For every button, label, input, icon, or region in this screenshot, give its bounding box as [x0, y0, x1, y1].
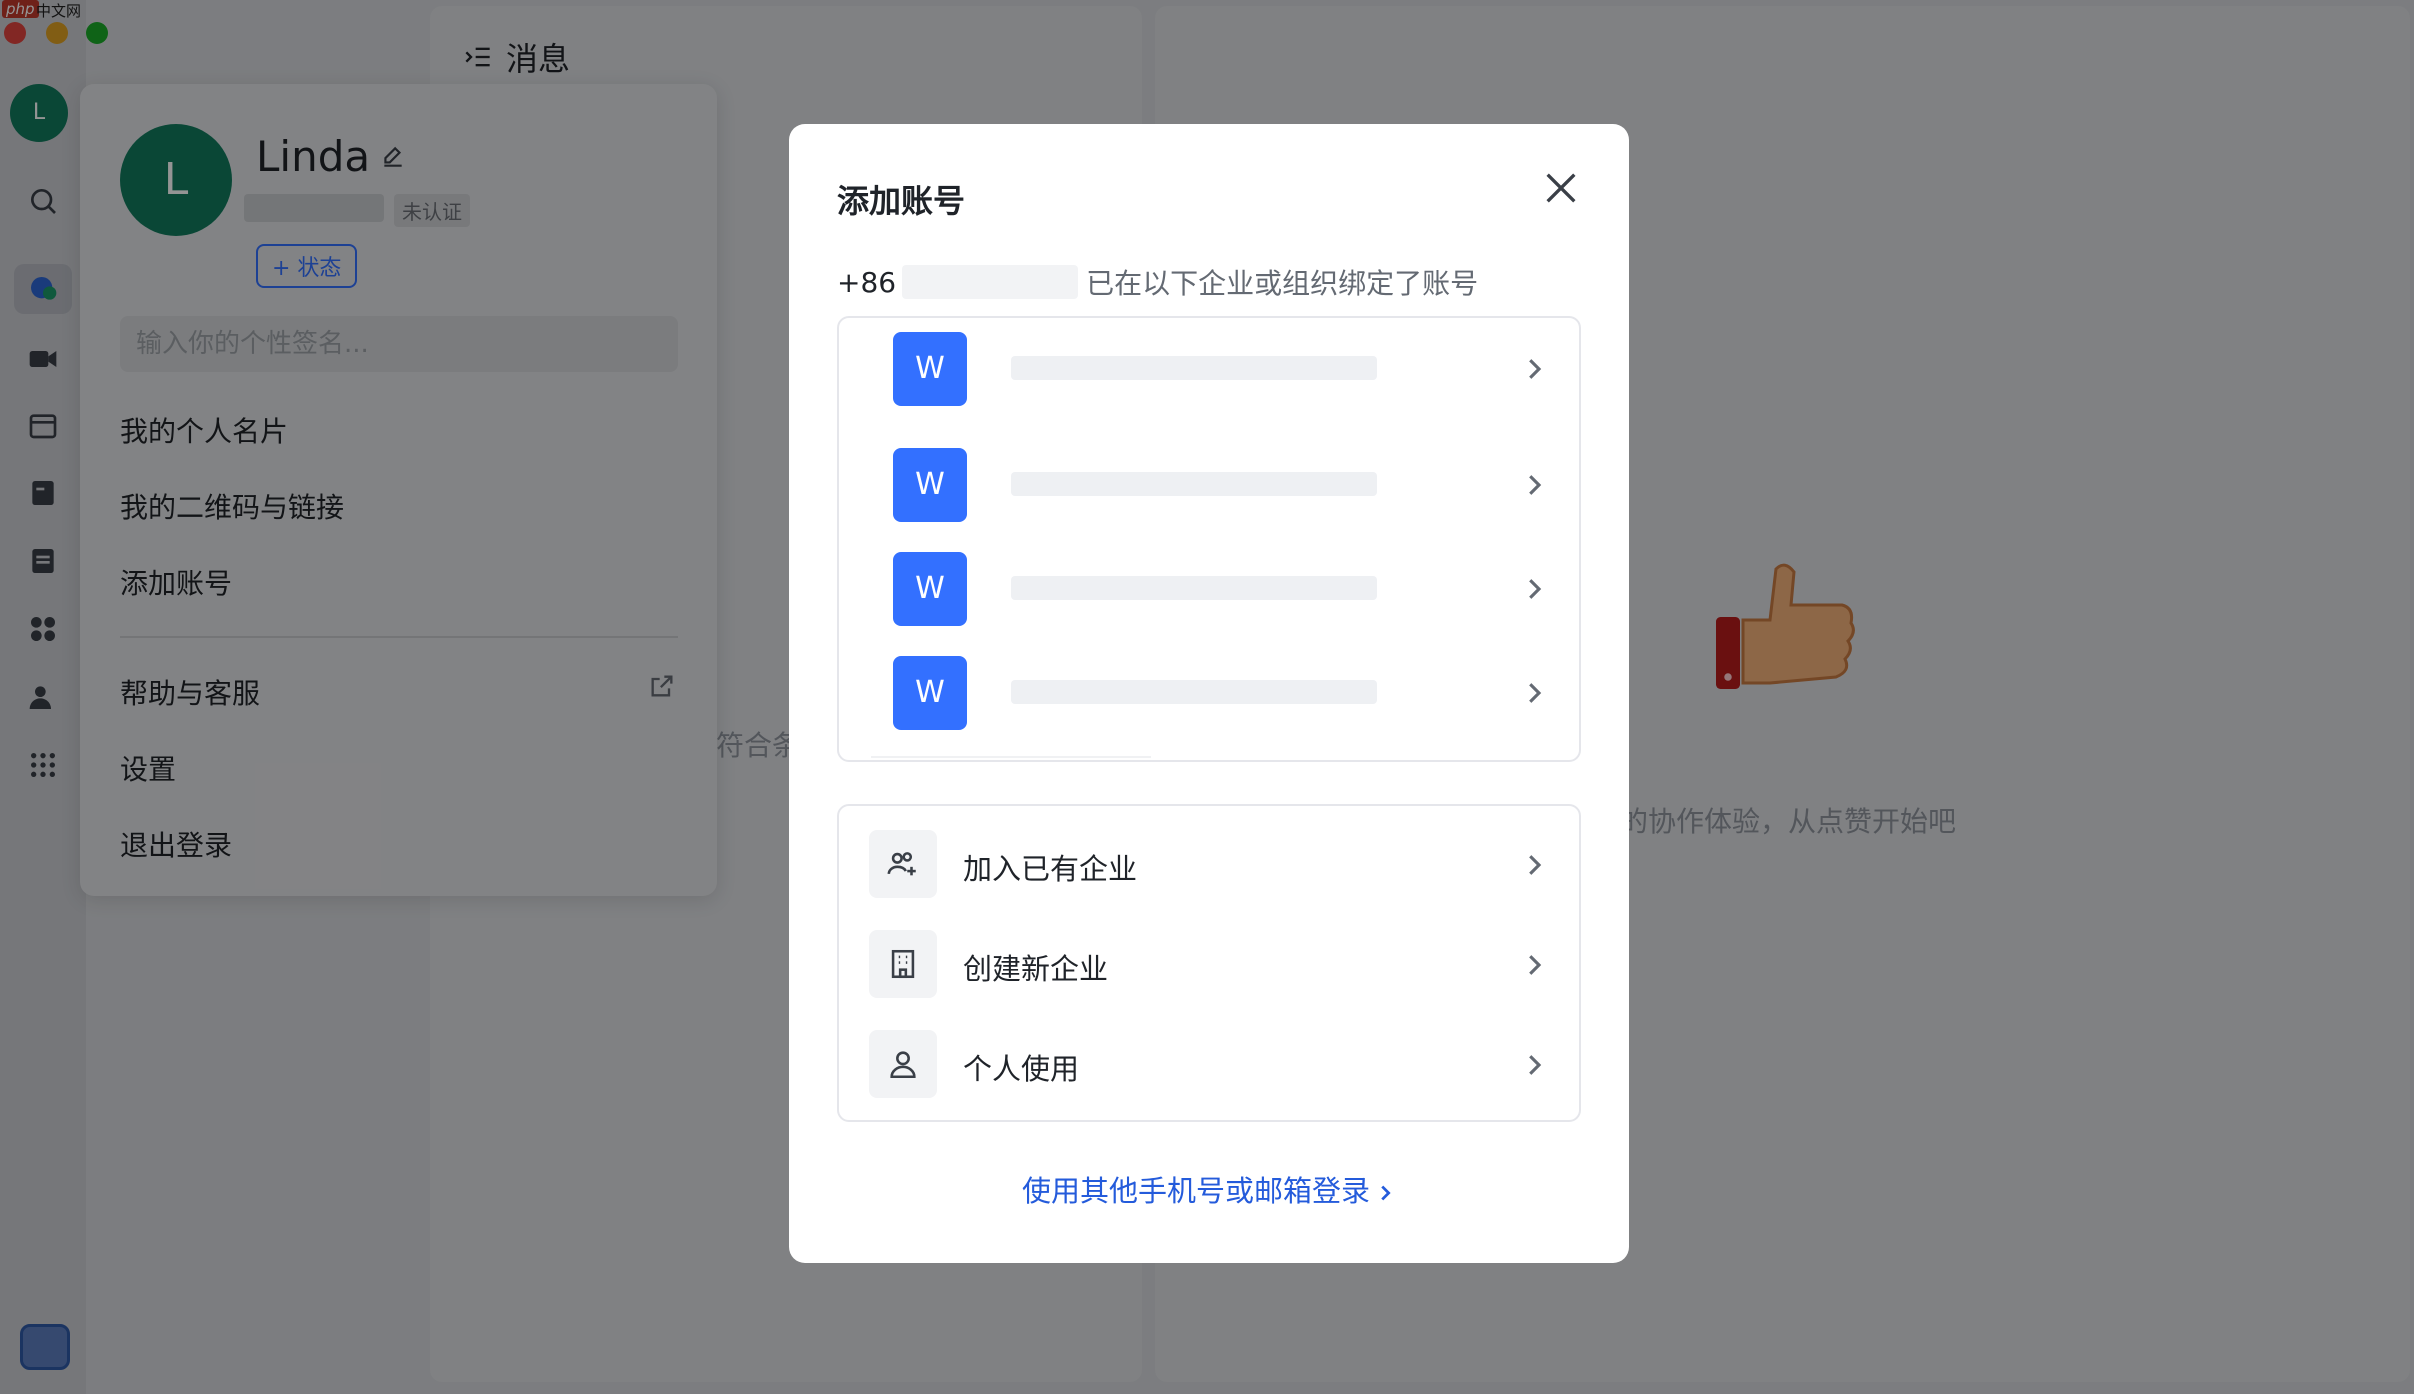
org-logo: W: [893, 656, 967, 730]
action-list: 加入已有企业 创建新企业 个人使用: [837, 804, 1581, 1122]
person-icon: [869, 1030, 937, 1098]
chevron-right-icon: [1529, 855, 1542, 875]
org-logo: W: [893, 448, 967, 522]
building-icon: [869, 930, 937, 998]
chevron-right-icon: [1529, 683, 1542, 703]
org-name-redacted: [1011, 576, 1377, 600]
org-logo: W: [893, 552, 967, 626]
action-label: 加入已有企业: [963, 852, 1138, 886]
org-logo: W: [893, 332, 967, 406]
org-name-redacted: [1011, 356, 1377, 380]
other-login-link[interactable]: 使用其他手机号或邮箱登录: [789, 1168, 1629, 1210]
org-name-redacted: [1011, 472, 1377, 496]
phone-prefix: +86: [837, 265, 897, 299]
chevron-right-icon: [1529, 359, 1542, 379]
other-login-label: 使用其他手机号或邮箱登录: [1021, 1174, 1370, 1208]
org-item[interactable]: W: [839, 656, 1579, 732]
org-name-redacted: [1011, 680, 1377, 704]
list-scroll-edge: [871, 756, 1151, 758]
personal-use-button[interactable]: 个人使用: [839, 1020, 1579, 1110]
close-icon[interactable]: [1541, 168, 1581, 208]
chevron-right-icon: [1529, 475, 1542, 495]
org-item[interactable]: W: [839, 552, 1579, 628]
dialog-title: 添加账号: [837, 182, 966, 220]
phone-number-redacted: [902, 265, 1079, 299]
chevron-right-icon: [1529, 1055, 1542, 1075]
join-existing-org-button[interactable]: 加入已有企业: [839, 820, 1579, 910]
add-account-dialog: 添加账号 +86 已在以下企业或组织绑定了账号 W W W W 加入已有企业 创…: [789, 124, 1629, 1263]
join-team-icon: [869, 830, 937, 898]
action-label: 创建新企业: [963, 952, 1109, 986]
action-label: 个人使用: [963, 1052, 1080, 1086]
org-item[interactable]: W: [839, 448, 1579, 524]
bound-phone-line: +86 已在以下企业或组织绑定了账号: [837, 262, 1478, 302]
chevron-right-icon: [1381, 1185, 1391, 1201]
org-item[interactable]: W: [839, 332, 1579, 408]
chevron-right-icon: [1529, 579, 1542, 599]
org-list: W W W W: [837, 316, 1581, 762]
bound-description: 已在以下企业或组织绑定了账号: [1086, 267, 1479, 300]
create-new-org-button[interactable]: 创建新企业: [839, 920, 1579, 1010]
chevron-right-icon: [1529, 955, 1542, 975]
